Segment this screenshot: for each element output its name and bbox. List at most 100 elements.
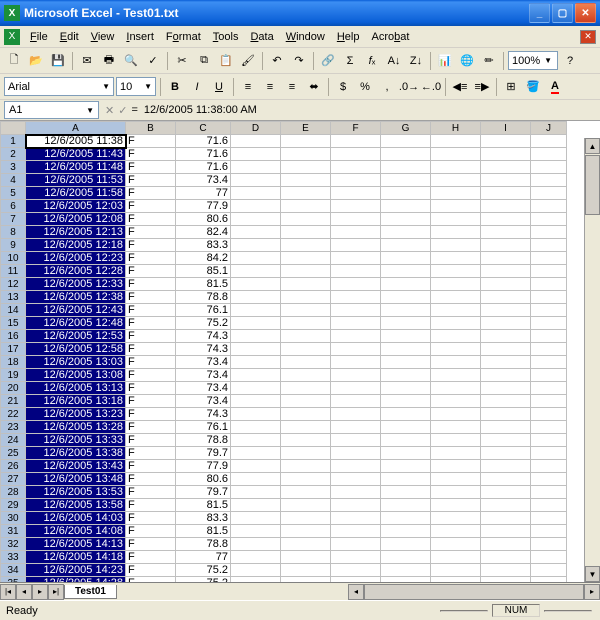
cell-H26[interactable] [431, 460, 481, 473]
print-preview-icon[interactable]: 🔍 [121, 51, 141, 71]
table-row[interactable]: 2612/6/2005 13:43F77.9 [1, 460, 567, 473]
cell-H2[interactable] [431, 148, 481, 161]
cell-C15[interactable]: 75.2 [176, 317, 231, 330]
cell-I17[interactable] [481, 343, 531, 356]
cell-D3[interactable] [231, 161, 281, 174]
table-row[interactable]: 112/6/2005 11:38F71.6 [1, 135, 567, 148]
cell-H8[interactable] [431, 226, 481, 239]
cell-J7[interactable] [531, 213, 567, 226]
cell-A7[interactable]: 12/6/2005 12:08 [26, 213, 126, 226]
cell-A22[interactable]: 12/6/2005 13:23 [26, 408, 126, 421]
cell-E32[interactable] [281, 538, 331, 551]
menu-format[interactable]: Format [160, 29, 207, 45]
cell-I30[interactable] [481, 512, 531, 525]
cell-A21[interactable]: 12/6/2005 13:18 [26, 395, 126, 408]
cell-F14[interactable] [331, 304, 381, 317]
scroll-left-icon[interactable]: ◂ [348, 584, 364, 600]
cell-J24[interactable] [531, 434, 567, 447]
cell-H6[interactable] [431, 200, 481, 213]
table-row[interactable]: 1212/6/2005 12:33F81.5 [1, 278, 567, 291]
row-header-1[interactable]: 1 [1, 135, 26, 148]
table-row[interactable]: 612/6/2005 12:03F77.9 [1, 200, 567, 213]
cell-A16[interactable]: 12/6/2005 12:53 [26, 330, 126, 343]
currency-icon[interactable]: $ [333, 77, 353, 97]
column-header-A[interactable]: A [26, 122, 126, 135]
cell-I6[interactable] [481, 200, 531, 213]
cell-I20[interactable] [481, 382, 531, 395]
cell-J10[interactable] [531, 252, 567, 265]
cell-I2[interactable] [481, 148, 531, 161]
scroll-thumb[interactable] [585, 155, 600, 215]
cell-B34[interactable]: F [126, 564, 176, 577]
comma-icon[interactable]: , [377, 77, 397, 97]
cell-I23[interactable] [481, 421, 531, 434]
cell-I24[interactable] [481, 434, 531, 447]
cell-D12[interactable] [231, 278, 281, 291]
cell-D25[interactable] [231, 447, 281, 460]
cell-J19[interactable] [531, 369, 567, 382]
menu-tools[interactable]: Tools [207, 29, 245, 45]
font-combo[interactable]: Arial▼ [4, 77, 114, 96]
cell-D6[interactable] [231, 200, 281, 213]
table-row[interactable]: 2912/6/2005 13:58F81.5 [1, 499, 567, 512]
table-row[interactable]: 3512/6/2005 14:28F75.2 [1, 577, 567, 583]
cell-F19[interactable] [331, 369, 381, 382]
menu-acrobat[interactable]: Acrobat [365, 29, 415, 45]
cell-I31[interactable] [481, 525, 531, 538]
row-header-25[interactable]: 25 [1, 447, 26, 460]
cell-J14[interactable] [531, 304, 567, 317]
cell-I15[interactable] [481, 317, 531, 330]
cell-B26[interactable]: F [126, 460, 176, 473]
cell-I13[interactable] [481, 291, 531, 304]
mdi-close-button[interactable]: ✕ [580, 30, 596, 44]
cell-A17[interactable]: 12/6/2005 12:58 [26, 343, 126, 356]
table-row[interactable]: 1112/6/2005 12:28F85.1 [1, 265, 567, 278]
align-left-icon[interactable]: ≡ [238, 77, 258, 97]
cell-I3[interactable] [481, 161, 531, 174]
decrease-indent-icon[interactable]: ◀≡ [450, 77, 470, 97]
cell-C12[interactable]: 81.5 [176, 278, 231, 291]
menu-window[interactable]: Window [280, 29, 331, 45]
cell-E9[interactable] [281, 239, 331, 252]
cell-D8[interactable] [231, 226, 281, 239]
cell-D13[interactable] [231, 291, 281, 304]
cell-B29[interactable]: F [126, 499, 176, 512]
cell-C21[interactable]: 73.4 [176, 395, 231, 408]
cell-E12[interactable] [281, 278, 331, 291]
cell-I34[interactable] [481, 564, 531, 577]
cell-F13[interactable] [331, 291, 381, 304]
cell-J15[interactable] [531, 317, 567, 330]
cell-B30[interactable]: F [126, 512, 176, 525]
cell-G30[interactable] [381, 512, 431, 525]
cell-C22[interactable]: 74.3 [176, 408, 231, 421]
table-row[interactable]: 2212/6/2005 13:23F74.3 [1, 408, 567, 421]
percent-icon[interactable]: % [355, 77, 375, 97]
table-row[interactable]: 3312/6/2005 14:18F77 [1, 551, 567, 564]
cell-D10[interactable] [231, 252, 281, 265]
cell-A34[interactable]: 12/6/2005 14:23 [26, 564, 126, 577]
cell-H14[interactable] [431, 304, 481, 317]
cell-H30[interactable] [431, 512, 481, 525]
cell-C13[interactable]: 78.8 [176, 291, 231, 304]
cell-I19[interactable] [481, 369, 531, 382]
column-header-J[interactable]: J [531, 122, 567, 135]
column-header-H[interactable]: H [431, 122, 481, 135]
menu-edit[interactable]: Edit [54, 29, 85, 45]
cell-G28[interactable] [381, 486, 431, 499]
cell-G17[interactable] [381, 343, 431, 356]
font-color-icon[interactable]: A [545, 77, 565, 97]
cell-I7[interactable] [481, 213, 531, 226]
increase-decimal-icon[interactable]: .0→ [399, 77, 419, 97]
cell-F30[interactable] [331, 512, 381, 525]
cell-C32[interactable]: 78.8 [176, 538, 231, 551]
table-row[interactable]: 312/6/2005 11:48F71.6 [1, 161, 567, 174]
column-header-G[interactable]: G [381, 122, 431, 135]
tab-next-icon[interactable]: ▸ [32, 584, 48, 600]
increase-indent-icon[interactable]: ≡▶ [472, 77, 492, 97]
cell-J21[interactable] [531, 395, 567, 408]
cell-C26[interactable]: 77.9 [176, 460, 231, 473]
cell-C9[interactable]: 83.3 [176, 239, 231, 252]
cell-F32[interactable] [331, 538, 381, 551]
column-header-F[interactable]: F [331, 122, 381, 135]
table-row[interactable]: 3212/6/2005 14:13F78.8 [1, 538, 567, 551]
